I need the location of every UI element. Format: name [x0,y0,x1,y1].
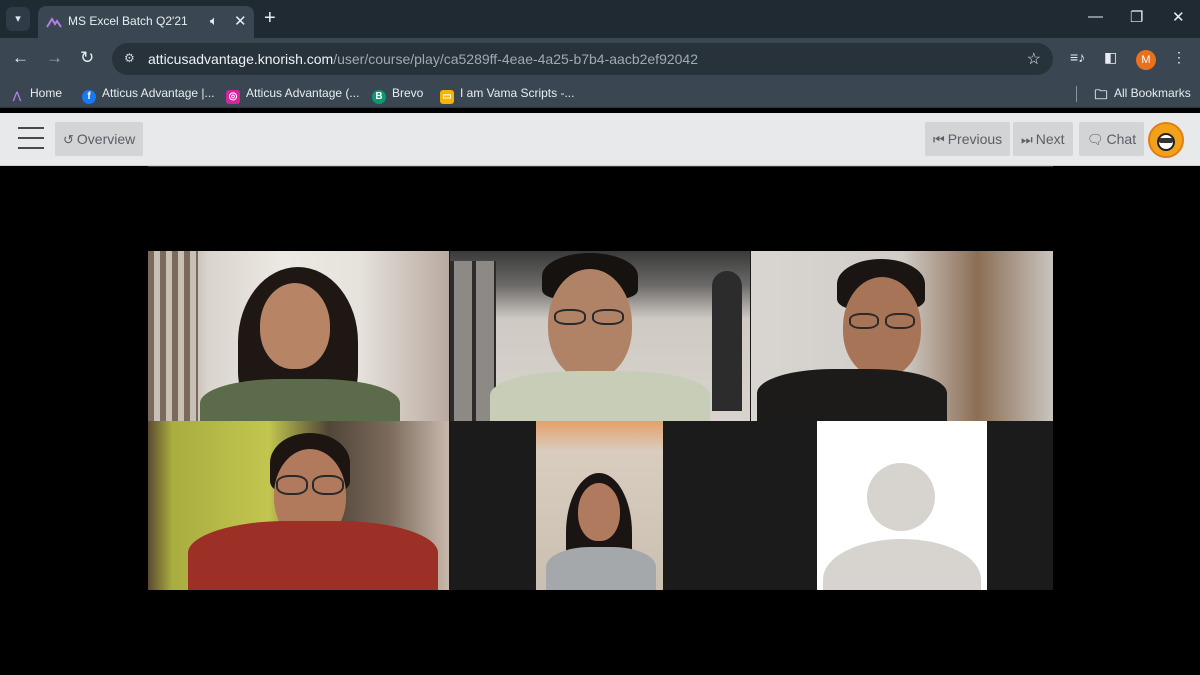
forward-arrow-icon[interactable]: → [46,48,63,68]
overview-button[interactable]: ↺ Overview [55,122,144,156]
folder-icon: 🗀︎ [1094,87,1108,102]
minimize-icon[interactable]: — [1088,8,1103,25]
close-tab-icon[interactable]: ✕ [234,12,247,30]
bookmark-brevo[interactable]: B Brevo [372,86,423,104]
browser-toolbar: ← → ↻ ⚙︎ atticusadvantage.knorish.com/us… [0,38,1200,80]
address-bar[interactable]: ⚙︎ atticusadvantage.knorish.com/user/cou… [112,43,1053,75]
side-panel-icon[interactable]: ◧ [1104,49,1117,66]
bookmark-facebook[interactable]: f Atticus Advantage |... [82,86,215,104]
new-tab-plus-icon[interactable]: + [264,6,276,30]
window-close-icon[interactable]: ✕ [1172,8,1185,26]
knorish-icon: ⋀ [12,91,22,102]
chat-button[interactable]: 🗨︎ Chat [1079,122,1145,156]
participant-video-frame [536,421,663,590]
history-icon: ↺ [63,132,74,147]
url-text[interactable]: atticusadvantage.knorish.com/user/course… [148,51,698,67]
back-arrow-icon[interactable]: ← [12,48,29,68]
participant-placeholder [817,421,987,590]
chat-bubbles-icon: 🗨︎ [1087,132,1104,147]
bookmarks-separator [1076,86,1077,102]
browser-tab-active[interactable]: MS Excel Batch Q2'21 🔈︎ ✕ [38,6,254,38]
browser-tab-strip: ▾ MS Excel Batch Q2'21 🔈︎ ✕ + — ❐ ✕ [0,0,1200,38]
speaker-icon[interactable]: 🔈︎ [210,13,218,29]
user-silhouette-icon [867,463,935,531]
browser-menu-icon[interactable]: ⋮ [1172,49,1186,66]
skip-back-icon: ⏮︎ [933,132,945,147]
brevo-icon: B [372,90,386,104]
slides-icon: ▭ [440,90,454,104]
tab-title: MS Excel Batch Q2'21 [68,14,188,28]
reload-icon[interactable]: ↻ [80,48,94,68]
skip-forward-icon: ⏭︎ [1021,132,1033,147]
course-player-header: ↺ Overview ⏮︎ Previous ⏭︎ Next 🗨︎ Chat [0,113,1200,166]
bookmark-vama-scripts[interactable]: ▭ I am Vama Scripts -... [440,86,574,104]
next-button[interactable]: ⏭︎ Next [1013,122,1073,156]
participant-video-tile-6[interactable] [751,421,1053,590]
participant-video-tile-4[interactable] [148,421,449,590]
restore-icon[interactable]: ❐ [1130,8,1143,26]
media-controls-icon[interactable]: ≡♪ [1070,49,1085,65]
hamburger-menu-icon[interactable] [18,127,44,149]
bookmarks-bar: ⋀ Home f Atticus Advantage |... ◎ Atticus A… [0,80,1200,108]
video-call-grid[interactable] [148,251,1053,590]
user-avatar[interactable] [1148,122,1184,158]
instagram-icon: ◎ [226,90,240,104]
site-settings-icon[interactable]: ⚙︎ [124,51,135,65]
bookmark-home[interactable]: ⋀ Home [10,86,62,104]
knorish-favicon-icon [46,17,62,28]
facebook-icon: f [82,90,96,104]
participant-video-tile-1[interactable] [148,251,449,421]
header-divider [148,166,1053,167]
bookmark-instagram[interactable]: ◎ Atticus Advantage (... [226,86,359,104]
bookmark-star-icon[interactable]: ☆ [1027,49,1041,69]
participant-video-tile-2[interactable] [450,251,750,421]
participant-video-tile-3[interactable] [751,251,1053,421]
profile-avatar[interactable]: M [1136,50,1156,70]
all-bookmarks[interactable]: 🗀︎ All Bookmarks [1094,86,1190,102]
previous-button[interactable]: ⏮︎ Previous [925,122,1011,156]
participant-video-tile-5[interactable] [450,421,750,590]
tab-search-chevron-icon[interactable]: ▾ [6,7,30,31]
